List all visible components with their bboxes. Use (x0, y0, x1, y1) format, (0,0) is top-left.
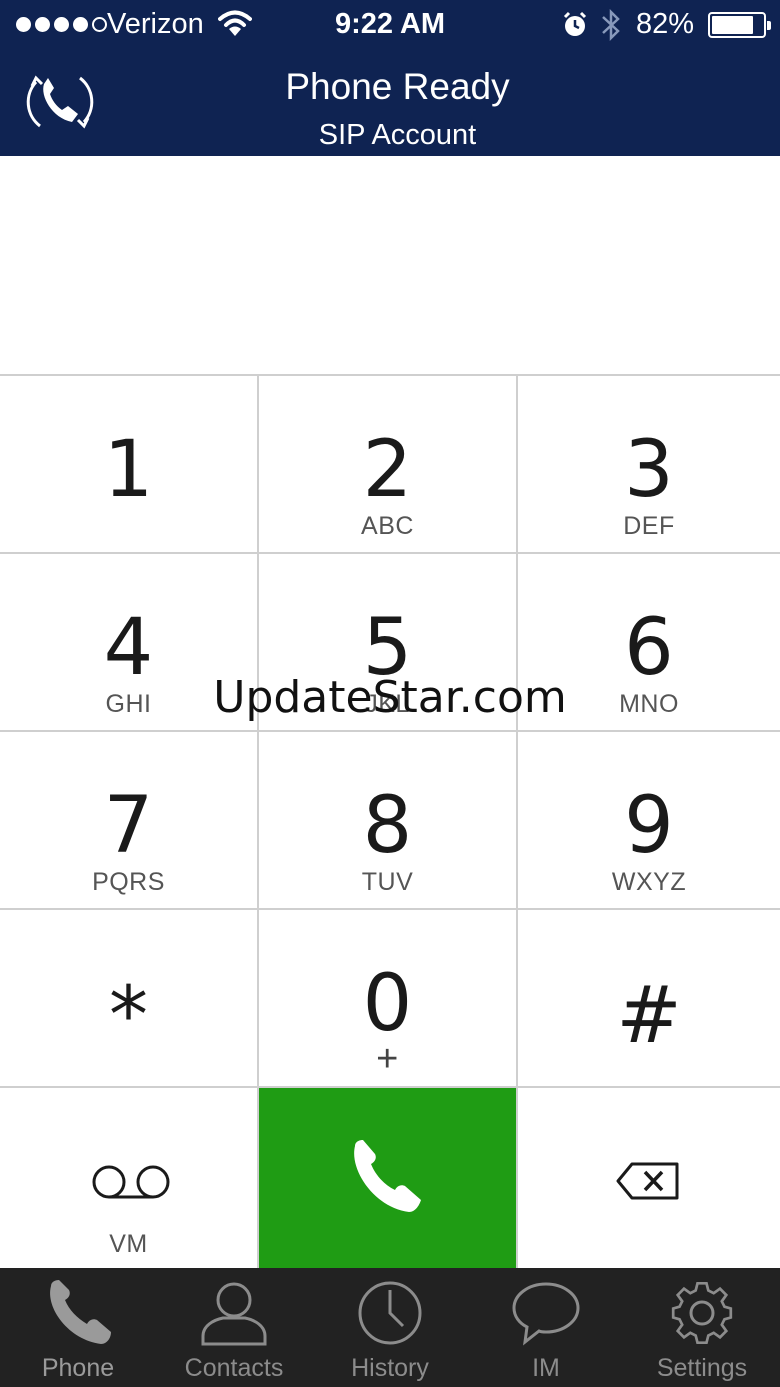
bluetooth-icon (600, 7, 622, 48)
key-0[interactable]: 0 + (259, 910, 518, 1088)
watermark: UpdateStar.com (213, 672, 567, 723)
key-digit: 9 (624, 781, 674, 871)
key-letters: ABC (361, 512, 414, 540)
account-name: SIP Account (318, 119, 477, 151)
voicemail-label: VM (109, 1230, 148, 1258)
tab-label: Contacts (184, 1354, 284, 1382)
status-bar: Verizon 9:22 AM 82% (0, 0, 780, 52)
chat-bubble-icon (511, 1280, 581, 1351)
tab-contacts[interactable]: Contacts (156, 1268, 312, 1387)
clock-icon (355, 1280, 425, 1351)
key-9[interactable]: 9 WXYZ (518, 732, 780, 910)
key-hash[interactable]: # (518, 910, 780, 1088)
gear-icon (667, 1280, 737, 1351)
key-7[interactable]: 7 PQRS (0, 732, 259, 910)
key-digit: 2 (362, 425, 413, 515)
key-letters: WXYZ (611, 868, 687, 896)
key-star[interactable]: * (0, 910, 259, 1088)
key-letters: + (376, 1038, 399, 1080)
tab-label: IM (532, 1354, 560, 1382)
backspace-icon (616, 1162, 680, 1205)
tab-label: Settings (656, 1354, 748, 1382)
key-8[interactable]: 8 TUV (259, 732, 518, 910)
key-digit: 1 (103, 425, 154, 515)
key-3[interactable]: 3 DEF (518, 376, 780, 554)
alarm-icon (562, 11, 588, 44)
key-digit: 7 (103, 781, 154, 871)
page-title: Phone Ready (285, 66, 510, 107)
battery-icon (708, 12, 771, 38)
tab-history[interactable]: History (312, 1268, 468, 1387)
key-digit: * (109, 971, 148, 1061)
backspace-button[interactable] (518, 1088, 780, 1270)
tab-label: History (351, 1354, 429, 1382)
number-display[interactable] (0, 156, 780, 374)
tab-settings[interactable]: Settings (624, 1268, 780, 1387)
key-letters: TUV (361, 868, 414, 896)
call-button[interactable] (259, 1088, 518, 1270)
battery-nub (767, 21, 771, 30)
tab-im[interactable]: IM (468, 1268, 624, 1387)
tab-label: Phone (41, 1354, 115, 1382)
voicemail-button[interactable]: VM (0, 1088, 259, 1270)
key-digit: 0 (362, 959, 413, 1049)
top-bar: Verizon 9:22 AM 82% Phone Ready SIP Acco… (0, 0, 780, 156)
battery-fill (712, 16, 753, 34)
key-digit: # (616, 971, 682, 1061)
contacts-icon (199, 1280, 269, 1351)
dial-keypad: 1 2 ABC 3 DEF 4 GHI 5 JKL 6 MNO 7 PQRS 8… (0, 374, 780, 1270)
tab-bar: Phone Contacts History IM Settings (0, 1268, 780, 1387)
call-phone-icon (345, 1140, 425, 1221)
key-digit: 3 (624, 425, 674, 515)
key-letters: DEF (623, 512, 675, 540)
key-letters: PQRS (92, 868, 165, 896)
key-2[interactable]: 2 ABC (259, 376, 518, 554)
tab-phone[interactable]: Phone (0, 1268, 156, 1387)
key-1[interactable]: 1 (0, 376, 259, 554)
voicemail-icon (92, 1164, 170, 1205)
phone-icon (43, 1280, 113, 1351)
key-digit: 8 (362, 781, 413, 871)
battery-percent: 82% (636, 8, 695, 40)
